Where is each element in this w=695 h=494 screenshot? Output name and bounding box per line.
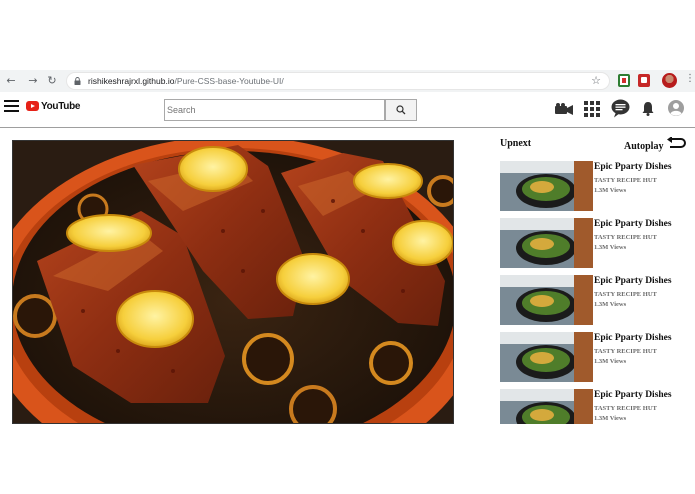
video-card-thumbnail[interactable] [500,218,593,268]
logo-text: YouTube [41,100,81,112]
video-camera-icon[interactable] [555,103,573,115]
video-card-views: 1.3M Views [594,301,627,308]
video-card-channel[interactable]: TASTY RECIPE HUT [594,348,657,355]
video-card[interactable]: Epic Pparty Dishes TASTY RECIPE HUT 1.3M… [500,161,695,211]
app-header: YouTube [0,92,695,128]
url-domain: rishikeshrajrxl.github.io [88,76,175,86]
hamburger-menu-icon[interactable] [4,100,19,112]
autoplay-label: Autoplay [624,141,664,152]
video-player[interactable] [12,140,454,424]
video-card-channel[interactable]: TASTY RECIPE HUT [594,234,657,241]
video-card[interactable]: Epic Pparty Dishes TASTY RECIPE HUT 1.3M… [500,218,695,268]
youtube-logo[interactable]: YouTube [26,99,81,113]
profile-avatar[interactable] [662,73,677,88]
bell-icon[interactable] [642,101,654,116]
browser-toolbar: ← → ↻ rishikeshrajrxl.github.io/Pure-CSS… [0,70,695,92]
video-card-views: 1.3M Views [594,415,627,422]
video-card-title[interactable]: Epic Pparty Dishes [594,162,672,172]
search-button[interactable] [385,99,417,121]
forward-arrow-icon[interactable]: → [26,74,40,88]
video-thumbnail [13,141,453,423]
address-bar[interactable]: rishikeshrajrxl.github.io/Pure-CSS-base-… [66,72,610,90]
video-card-title[interactable]: Epic Pparty Dishes [594,333,672,343]
video-card-views: 1.3M Views [594,244,627,251]
page: ← → ↻ rishikeshrajrxl.github.io/Pure-CSS… [0,0,695,494]
autoplay-toggle-icon[interactable] [666,137,686,149]
video-card-views: 1.3M Views [594,358,627,365]
video-card-thumbnail[interactable] [500,161,593,211]
upnext-label: Upnext [500,138,532,149]
extension-icon[interactable] [638,74,650,87]
video-card-thumbnail[interactable] [500,389,593,424]
star-icon[interactable]: ☆ [591,74,601,87]
youtube-play-icon [26,101,39,111]
video-card[interactable]: Epic Pparty Dishes TASTY RECIPE HUT 1.3M… [500,389,695,424]
video-card-thumbnail[interactable] [500,332,593,382]
lock-icon [74,77,81,85]
apps-grid-icon[interactable] [584,101,600,117]
url-text: rishikeshrajrxl.github.io/Pure-CSS-base-… [88,76,284,86]
video-card-thumbnail[interactable] [500,275,593,325]
chat-icon[interactable] [611,99,630,118]
video-card-title[interactable]: Epic Pparty Dishes [594,219,672,229]
video-card[interactable]: Epic Pparty Dishes TASTY RECIPE HUT 1.3M… [500,275,695,325]
extension-icon[interactable] [618,74,630,87]
video-card[interactable]: Epic Pparty Dishes TASTY RECIPE HUT 1.3M… [500,332,695,382]
search-icon [396,105,406,115]
menu-dots-icon[interactable]: ⋮ [685,73,695,84]
video-card-title[interactable]: Epic Pparty Dishes [594,276,672,286]
reload-icon[interactable]: ↻ [45,74,59,88]
url-path: /Pure-CSS-base-Youtube-UI/ [174,76,284,86]
video-card-channel[interactable]: TASTY RECIPE HUT [594,405,657,412]
account-icon[interactable] [668,100,684,116]
video-card-channel[interactable]: TASTY RECIPE HUT [594,177,657,184]
search-input[interactable] [164,99,385,121]
video-card-views: 1.3M Views [594,187,627,194]
back-arrow-icon[interactable]: ← [4,74,18,88]
video-card-channel[interactable]: TASTY RECIPE HUT [594,291,657,298]
video-card-title[interactable]: Epic Pparty Dishes [594,390,672,400]
